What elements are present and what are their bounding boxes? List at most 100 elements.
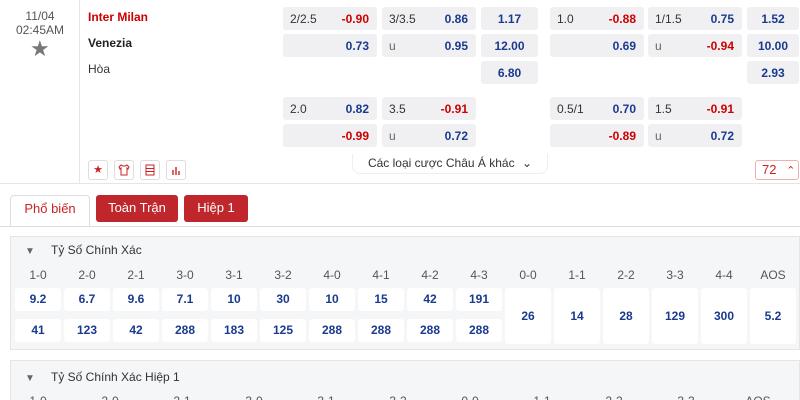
odds-under[interactable]: u 0.95	[382, 34, 476, 57]
odds-over[interactable]: 3/3.5 0.86	[382, 7, 476, 30]
score-odds-away-cell[interactable]: 125	[260, 319, 306, 342]
more-markets-count-button[interactable]: 72 ⌃	[755, 160, 799, 180]
odds-value: 1.17	[497, 12, 522, 26]
correct-score-section: ▼ Tỷ Số Chính Xác 1-0 2-0 2-1 3-0 3-1 3-2 4-0 4-…	[10, 236, 800, 350]
odds-half-handicap-home-alt[interactable]: 0.5/1 0.70	[550, 97, 644, 120]
odds-half-1x2-away[interactable]: 10.00	[747, 34, 799, 57]
score-odds-home-cell[interactable]: 30	[260, 288, 306, 311]
total-line: 3.5	[389, 102, 406, 116]
score-odds-away-cell[interactable]: 183	[211, 319, 257, 342]
away-team-name[interactable]: Venezia	[88, 36, 132, 50]
odds-handicap-away-alt[interactable]: -0.99	[283, 124, 377, 147]
score-header: 2-1	[127, 268, 145, 282]
score-odds-away-cell[interactable]: 123	[64, 319, 110, 342]
bar-chart-icon[interactable]	[166, 160, 186, 180]
score-header: AOS	[735, 394, 781, 400]
score-header: 3-1	[303, 394, 349, 400]
odds-value: 10.00	[757, 39, 789, 53]
odds-1x2-away[interactable]: 12.00	[481, 34, 538, 57]
odds-under-alt[interactable]: u 0.72	[382, 124, 476, 147]
odds-over-alt[interactable]: 3.5 -0.91	[382, 97, 476, 120]
score-odds-home-cell[interactable]: 9.6	[113, 288, 159, 311]
odds-value: 0.75	[710, 12, 734, 26]
more-asian-bets-label: Các loại cược Châu Á khác	[367, 156, 515, 170]
odds-handicap-home-alt[interactable]: 2.0 0.82	[283, 97, 377, 120]
home-team-name[interactable]: Inter Milan	[88, 10, 148, 24]
odds-value: 0.72	[444, 129, 468, 143]
tab-first-half[interactable]: Hiệp 1	[184, 195, 248, 222]
odds-value: -0.89	[608, 129, 636, 143]
odds-half-handicap-home[interactable]: 1.0 -0.88	[550, 7, 644, 30]
score-odds-home-cell[interactable]: 191	[456, 288, 502, 311]
odds-1x2-draw[interactable]: 6.80	[481, 61, 538, 84]
score-header: 2-0	[87, 394, 133, 400]
score-odds-away-cell[interactable]: 288	[456, 319, 502, 342]
score-header: 3-3	[663, 394, 709, 400]
score-header: 2-2	[591, 394, 637, 400]
star-icon[interactable]: ★	[88, 160, 108, 180]
odds-value: 0.69	[612, 39, 636, 53]
market-tabs: Phổ biến Toàn Trận Hiệp 1	[0, 185, 800, 230]
score-header: 2-2	[617, 268, 635, 282]
odds-1x2-home[interactable]: 1.17	[481, 7, 538, 30]
odds-value: -0.94	[706, 39, 734, 53]
under-label: u	[655, 129, 662, 143]
jersey-icon[interactable]	[114, 160, 134, 180]
odds-half-1x2-home[interactable]: 1.52	[747, 7, 799, 30]
score-odds-home-cell[interactable]: 10	[211, 288, 257, 311]
odds-value: -0.91	[706, 102, 734, 116]
more-asian-bets-button[interactable]: Các loại cược Châu Á khác ⌄	[352, 154, 548, 174]
tabs-divider	[0, 226, 800, 227]
score-header: 1-1	[519, 394, 565, 400]
under-label: u	[655, 39, 662, 53]
draw-label: Hòa	[88, 62, 111, 76]
handicap-line: 0.5/1	[557, 102, 584, 116]
score-odds-home-cell[interactable]: 15	[358, 288, 404, 311]
score-odds-home-cell[interactable]: 42	[407, 288, 453, 311]
correct-score-header[interactable]: ▼ Tỷ Số Chính Xác	[25, 243, 142, 257]
score-odds-draw-cell[interactable]: 14	[554, 288, 600, 344]
handicap-line: 2/2.5	[290, 12, 317, 26]
score-header: 4-1	[372, 268, 390, 282]
score-header: AOS	[760, 268, 786, 282]
chevron-down-icon: ▼	[25, 246, 35, 257]
first-half-correct-score-section: ▼ Tỷ Số Chính Xác Hiệp 1 1-0 2-0 2-1 3-0 3-1 3…	[10, 360, 800, 400]
score-odds-home-cell[interactable]: 6.7	[64, 288, 110, 311]
odds-half-handicap-away-alt[interactable]: -0.89	[550, 124, 644, 147]
odds-handicap-home[interactable]: 2/2.5 -0.90	[283, 7, 377, 30]
score-odds-away-cell[interactable]: 288	[407, 319, 453, 342]
score-odds-away-cell[interactable]: 288	[162, 319, 208, 342]
score-odds-away-cell[interactable]: 42	[113, 319, 159, 342]
score-odds-draw-cell[interactable]: 300	[701, 288, 747, 344]
score-odds-home-cell[interactable]: 7.1	[162, 288, 208, 311]
score-odds-away-cell[interactable]: 288	[358, 319, 404, 342]
odds-value: 0.86	[444, 12, 468, 26]
score-odds-home-cell[interactable]: 9.2	[15, 288, 61, 311]
odds-handicap-away[interactable]: 0.73	[283, 34, 377, 57]
score-header: 3-3	[666, 268, 684, 282]
score-odds-draw-cell[interactable]: 28	[603, 288, 649, 344]
odds-half-1x2-draw[interactable]: 2.93	[747, 61, 799, 84]
favorite-star-icon[interactable]: ★	[30, 38, 50, 60]
odds-half-handicap-away[interactable]: 0.69	[550, 34, 644, 57]
odds-half-over[interactable]: 1/1.5 0.75	[648, 7, 742, 30]
odds-value: 6.80	[497, 66, 522, 80]
score-odds-away-cell[interactable]: 41	[15, 319, 61, 342]
score-odds-draw-cell[interactable]: 26	[505, 288, 551, 344]
first-half-correct-score-header[interactable]: ▼ Tỷ Số Chính Xác Hiệp 1	[25, 370, 180, 384]
odds-half-under[interactable]: u -0.94	[648, 34, 742, 57]
under-label: u	[389, 129, 396, 143]
tab-full-match[interactable]: Toàn Trận	[96, 195, 178, 222]
odds-half-under-alt[interactable]: u 0.72	[648, 124, 742, 147]
score-header: 4-2	[421, 268, 439, 282]
odds-half-over-alt[interactable]: 1.5 -0.91	[648, 97, 742, 120]
tab-popular[interactable]: Phổ biến	[10, 195, 90, 227]
section-title: Tỷ Số Chính Xác	[51, 243, 142, 257]
score-odds-draw-cell[interactable]: 5.2	[750, 288, 796, 344]
score-odds-away-cell[interactable]: 288	[309, 319, 355, 342]
stats-list-icon[interactable]	[140, 160, 160, 180]
total-line: 1.5	[655, 102, 672, 116]
score-odds-home-cell[interactable]: 10	[309, 288, 355, 311]
odds-value: 0.82	[345, 102, 369, 116]
score-odds-draw-cell[interactable]: 129	[652, 288, 698, 344]
